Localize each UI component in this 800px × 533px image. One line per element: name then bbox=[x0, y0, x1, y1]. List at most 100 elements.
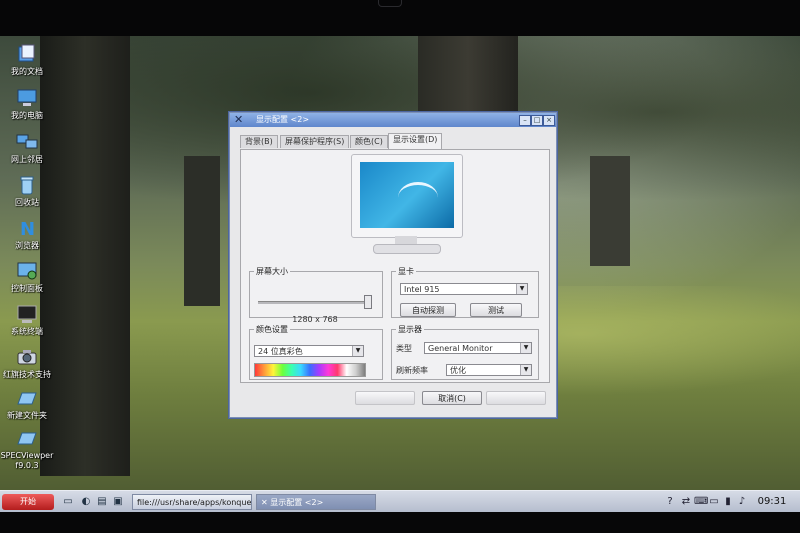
desktop-icon-my-documents[interactable]: 我的文档 bbox=[0, 44, 59, 77]
dialog-title: 显示配置 <2> bbox=[256, 115, 310, 124]
task-display-config[interactable]: ✕ 显示配置 <2> bbox=[256, 494, 376, 510]
monitor-preview-frame bbox=[351, 154, 463, 238]
desktop-icon-label: 控制面板 bbox=[11, 284, 43, 293]
display-settings-panel: 屏幕大小 1280 x 768 显卡 Intel 915 ▼ 自动探测 测试 颜… bbox=[240, 149, 550, 383]
minimize-icon[interactable]: – bbox=[519, 115, 531, 126]
tab-display-settings[interactable]: 显示设置(D) bbox=[388, 133, 443, 149]
resolution-slider-thumb[interactable] bbox=[364, 295, 372, 309]
monitor-bezel-bottom bbox=[0, 512, 800, 533]
keyboard-icon[interactable]: ⌨ bbox=[694, 496, 708, 508]
graphics-card-select[interactable]: Intel 915 ▼ bbox=[400, 283, 528, 295]
svg-text:N: N bbox=[20, 219, 35, 238]
desktop-icon-browser[interactable]: N 浏览器 bbox=[0, 218, 59, 251]
color-settings-group: 颜色设置 24 位真彩色 ▼ bbox=[249, 324, 383, 380]
graphics-card-legend: 显卡 bbox=[398, 267, 414, 276]
wallpaper-tree bbox=[590, 156, 630, 266]
start-button[interactable]: 开始 bbox=[2, 494, 54, 510]
monitor-preview-neck bbox=[395, 236, 417, 244]
color-settings-legend: 颜色设置 bbox=[256, 325, 288, 334]
terminal-icon[interactable]: ▣ bbox=[112, 496, 124, 508]
refresh-rate-value: 优化 bbox=[450, 366, 466, 375]
monitor-type-value: General Monitor bbox=[428, 344, 493, 353]
control-panel-icon bbox=[17, 262, 37, 280]
terminal-icon bbox=[17, 305, 37, 323]
volume-icon[interactable]: ♪ bbox=[736, 496, 748, 508]
resolution-value: 1280 x 768 bbox=[292, 315, 338, 324]
battery-icon[interactable]: ▮ bbox=[722, 496, 734, 508]
tab-colors[interactable]: 颜色(C) bbox=[350, 135, 388, 148]
tab-screensaver[interactable]: 屏幕保护程序(S) bbox=[280, 135, 350, 148]
test-button[interactable]: 测试 bbox=[470, 303, 522, 317]
apply-button[interactable] bbox=[486, 391, 546, 405]
chevron-down-icon[interactable]: ▼ bbox=[520, 343, 531, 353]
task-konqueror[interactable]: file:///usr/share/apps/konquerc bbox=[132, 494, 252, 510]
folder-icon bbox=[17, 432, 37, 445]
desktop-icon-my-computer[interactable]: 我的电脑 bbox=[0, 88, 59, 121]
desktop-icon-new-folder[interactable]: 新建文件夹 bbox=[0, 388, 59, 421]
dialog-titlebar[interactable]: ✕ 显示配置 <2> – □ × bbox=[230, 113, 556, 127]
desktop-icon-label: 系统终端 bbox=[11, 327, 43, 336]
network-icon[interactable]: ⇄ bbox=[680, 496, 692, 508]
auto-detect-button[interactable]: 自动探测 bbox=[400, 303, 456, 317]
tab-background[interactable]: 背景(B) bbox=[240, 135, 278, 148]
browser-icon[interactable]: ◐ bbox=[80, 496, 92, 508]
desktop-icon-terminal[interactable]: 系统终端 bbox=[0, 304, 59, 337]
show-desktop-icon[interactable]: ▭ bbox=[62, 496, 74, 508]
desktop-icon-support[interactable]: 红旗技术支持 bbox=[0, 347, 59, 380]
task-display-config-label: 显示配置 <2> bbox=[270, 498, 324, 507]
color-depth-value: 24 位真彩色 bbox=[258, 347, 303, 356]
ok-button[interactable] bbox=[355, 391, 415, 405]
trash-icon bbox=[20, 176, 34, 195]
camera-icon bbox=[17, 350, 37, 365]
resolution-slider-track[interactable] bbox=[258, 301, 370, 304]
display-icon[interactable]: ▭ bbox=[708, 496, 720, 508]
desktop-icon-control-panel[interactable]: 控制面板 bbox=[0, 261, 59, 294]
monitor-preview-base bbox=[373, 244, 441, 254]
desktop-icon-label: 浏览器 bbox=[15, 241, 39, 250]
monitor-legend: 显示器 bbox=[398, 325, 422, 334]
graphics-card-value: Intel 915 bbox=[404, 285, 440, 294]
clock[interactable]: 09:31 bbox=[752, 494, 792, 510]
desktop-icon-label: 网上邻居 bbox=[11, 155, 43, 164]
display-config-dialog: ✕ 显示配置 <2> – □ × 背景(B) 屏幕保护程序(S) 颜色(C) 显… bbox=[229, 112, 557, 418]
screen-size-group: 屏幕大小 1280 x 768 bbox=[249, 266, 383, 324]
chevron-down-icon[interactable]: ▼ bbox=[520, 365, 531, 375]
cancel-button[interactable]: 取消(C) bbox=[422, 391, 482, 405]
wallpaper-tree bbox=[184, 156, 220, 306]
desktop-icon-label: 回收站 bbox=[15, 198, 39, 207]
chevron-down-icon[interactable]: ▼ bbox=[352, 346, 363, 356]
monitor-preview-screen bbox=[360, 162, 454, 228]
chevron-down-icon[interactable]: ▼ bbox=[516, 284, 527, 294]
close-icon[interactable]: × bbox=[543, 115, 555, 126]
monitor-group: 显示器 类型 General Monitor ▼ 刷新频率 优化 ▼ bbox=[391, 324, 539, 380]
color-depth-select[interactable]: 24 位真彩色 ▼ bbox=[254, 345, 364, 357]
refresh-rate-label: 刷新频率 bbox=[396, 366, 428, 375]
refresh-rate-select[interactable]: 优化 ▼ bbox=[446, 364, 532, 376]
desktop-icon-label: 我的文档 bbox=[11, 67, 43, 76]
desktop: 我的文档 我的电脑 网上邻居 回收站 N 浏览器 控制面板 系统终端 红旗技术支… bbox=[0, 36, 800, 512]
desktop-icon-specviewperf[interactable]: SPECViewperf9.0.3 bbox=[0, 428, 59, 471]
monitor-bezel-top bbox=[0, 0, 800, 36]
network-icon bbox=[16, 134, 38, 149]
file-manager-icon[interactable]: ▤ bbox=[96, 496, 108, 508]
maximize-icon[interactable]: □ bbox=[531, 115, 543, 126]
monitor-type-select[interactable]: General Monitor ▼ bbox=[424, 342, 532, 354]
wallpaper-swirl bbox=[398, 182, 438, 213]
desktop-icon-label: 新建文件夹 bbox=[7, 411, 47, 420]
desktop-icon-label: 我的电脑 bbox=[11, 111, 43, 120]
help-icon[interactable]: ? bbox=[664, 496, 676, 508]
desktop-icon-label: 红旗技术支持 bbox=[3, 370, 51, 379]
desktop-icon-network[interactable]: 网上邻居 bbox=[0, 132, 59, 165]
desktop-icon-trash[interactable]: 回收站 bbox=[0, 175, 59, 208]
hp-logo bbox=[378, 0, 402, 7]
kde-x-icon[interactable]: ✕ bbox=[234, 114, 243, 126]
monitor-type-label: 类型 bbox=[396, 344, 412, 353]
my-computer-icon bbox=[17, 89, 37, 106]
desktop-icon-label: SPECViewperf9.0.3 bbox=[0, 451, 54, 470]
color-spectrum-preview bbox=[254, 363, 366, 377]
browser-icon: N bbox=[20, 219, 35, 238]
folder-icon bbox=[17, 392, 37, 405]
my-documents-icon bbox=[18, 44, 35, 62]
screen-size-legend: 屏幕大小 bbox=[256, 267, 288, 276]
taskbar: 开始 ▭ ◐ ▤ ▣ file:///usr/share/apps/konque… bbox=[0, 490, 800, 512]
